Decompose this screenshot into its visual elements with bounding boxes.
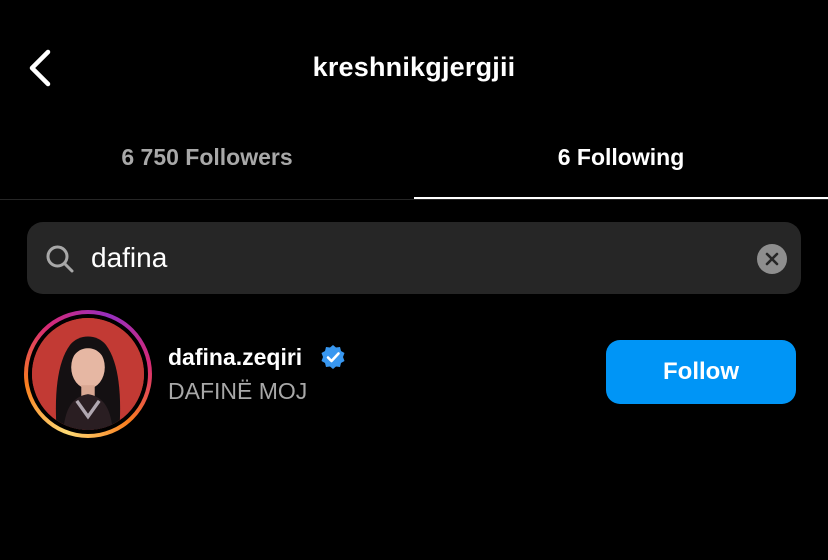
- tab-bar: 6 750 Followers 6 Following: [0, 130, 828, 200]
- clear-icon: [765, 252, 779, 266]
- follow-button[interactable]: Follow: [606, 340, 796, 404]
- tab-followers[interactable]: 6 750 Followers: [0, 130, 414, 200]
- search-icon: [46, 245, 74, 273]
- story-ring[interactable]: [24, 310, 152, 438]
- search-input[interactable]: [91, 222, 731, 294]
- clear-search-button[interactable]: [757, 244, 787, 274]
- tab-following[interactable]: 6 Following: [414, 130, 828, 200]
- top-bar: kreshnikgjergjii: [0, 0, 828, 130]
- list-item[interactable]: dafina.zeqiri DAFINË MOJ Follow: [0, 304, 828, 440]
- page-title: kreshnikgjergjii: [312, 52, 516, 82]
- search-bar: [27, 222, 801, 294]
- active-tab-indicator: [414, 197, 828, 199]
- username[interactable]: dafina.zeqiri: [168, 344, 302, 371]
- full-name: DAFINË MOJ: [168, 378, 308, 404]
- avatar: [32, 318, 144, 430]
- profile-photo: [32, 318, 144, 430]
- verified-badge-icon: [321, 345, 345, 369]
